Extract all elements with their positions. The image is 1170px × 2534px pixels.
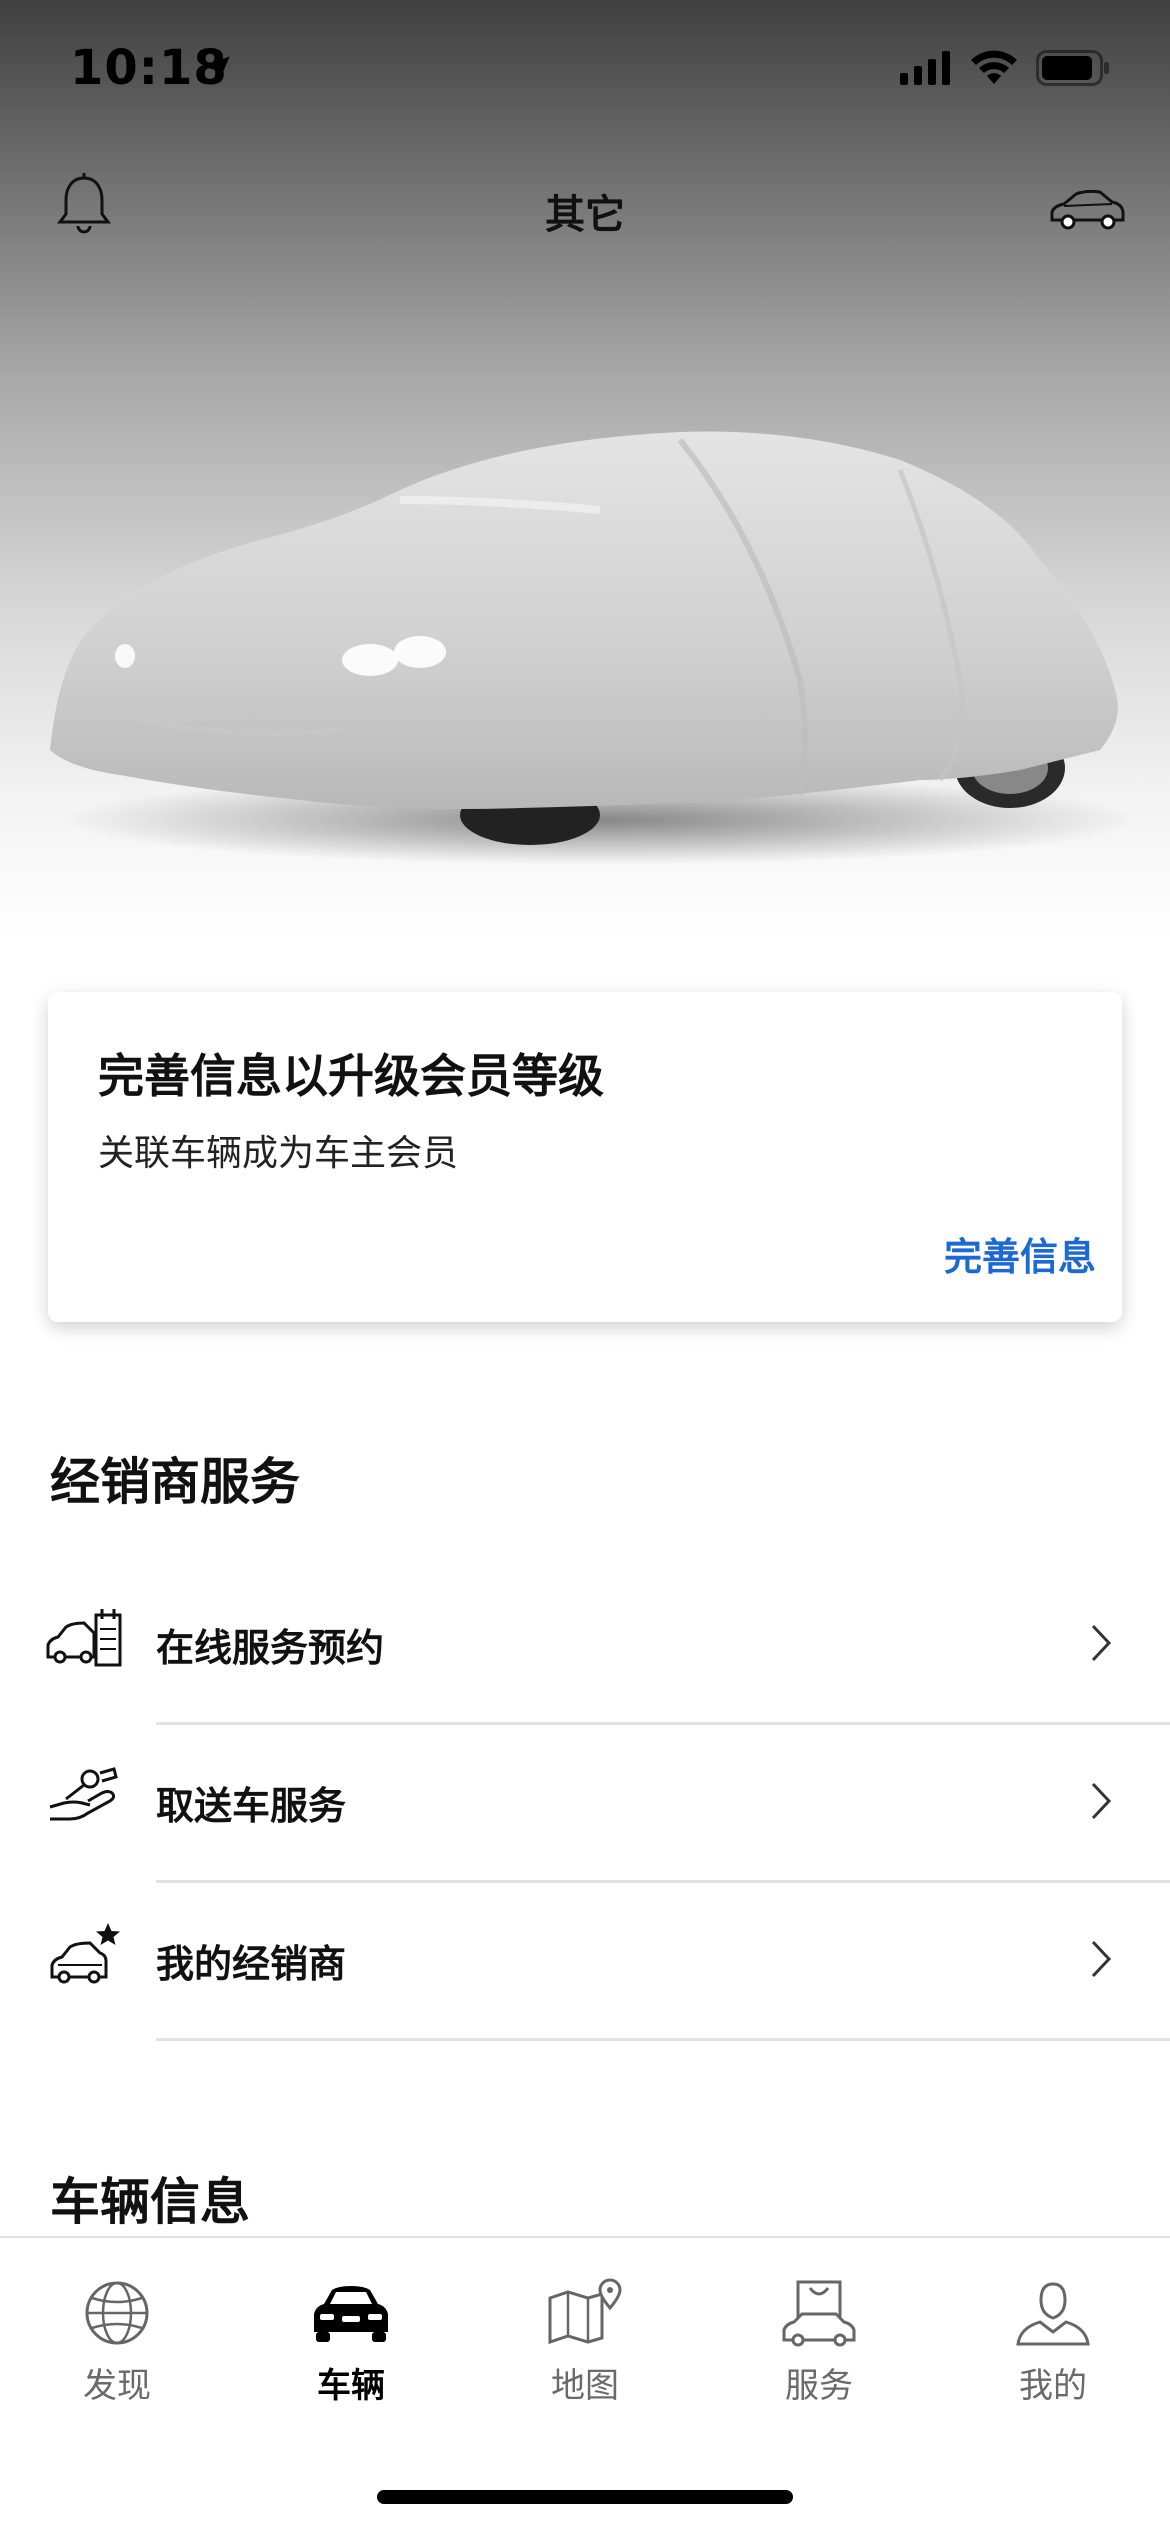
home-indicator (377, 2490, 793, 2504)
covered-car-image (50, 431, 1130, 865)
list-item-label: 在线服务预约 (156, 1626, 385, 1670)
chevron-right-icon (1091, 1782, 1112, 1820)
list-item-label: 我的经销商 (156, 1942, 347, 1986)
car-calendar-icon (46, 1609, 122, 1667)
card-subtitle: 关联车辆成为车主会员 (98, 1133, 459, 1174)
list-item-pickup-delivery[interactable]: 取送车服务 (0, 1725, 1170, 1883)
card-title: 完善信息以升级会员等级 (98, 1049, 604, 1103)
location-arrow-icon (204, 56, 230, 82)
signal-icon (900, 51, 950, 85)
tab-label: 地图 (551, 2366, 619, 2406)
tab-map[interactable]: 地图 (468, 2278, 702, 2407)
globe-icon (85, 2281, 149, 2345)
chevron-right-icon (1091, 1624, 1112, 1662)
tab-services[interactable]: 服务 (702, 2278, 936, 2407)
status-bar: 10:18 (0, 0, 1170, 140)
tab-label: 我的 (1019, 2366, 1087, 2406)
complete-info-link[interactable]: 完善信息 (944, 1226, 1096, 1281)
car-icon (314, 2286, 388, 2342)
list-item-online-appointment[interactable]: 在线服务预约 (0, 1567, 1170, 1725)
key-hand-icon (49, 1767, 118, 1821)
dealer-section-title: 经销商服务 (50, 1453, 300, 1511)
map-icon (548, 2278, 622, 2345)
tab-discover[interactable]: 发现 (0, 2278, 234, 2407)
tab-label: 服务 (785, 2366, 853, 2406)
list-item-label: 取送车服务 (156, 1784, 347, 1828)
car-switch-icon[interactable] (1048, 184, 1126, 234)
person-icon (1016, 2282, 1090, 2346)
car-star-icon (50, 1923, 120, 1984)
tab-label: 发现 (83, 2366, 151, 2406)
tab-profile[interactable]: 我的 (936, 2278, 1170, 2407)
tab-label: 车辆 (317, 2366, 385, 2406)
page-title: 其它 (545, 192, 625, 238)
list-item-my-dealer[interactable]: 我的经销商 (0, 1883, 1170, 2041)
vehicle-section-title: 车辆信息 (50, 2173, 250, 2231)
membership-card: 完善信息以升级会员等级 关联车辆成为车主会员 完善信息 (48, 992, 1122, 1322)
chevron-right-icon (1091, 1940, 1112, 1978)
shop-car-icon (782, 2280, 856, 2347)
tab-vehicle[interactable]: 车辆 (234, 2278, 468, 2407)
divider (156, 2038, 1170, 2041)
battery-icon (1036, 50, 1109, 86)
wifi-icon (971, 50, 1017, 84)
top-nav: 其它 (0, 170, 1170, 250)
